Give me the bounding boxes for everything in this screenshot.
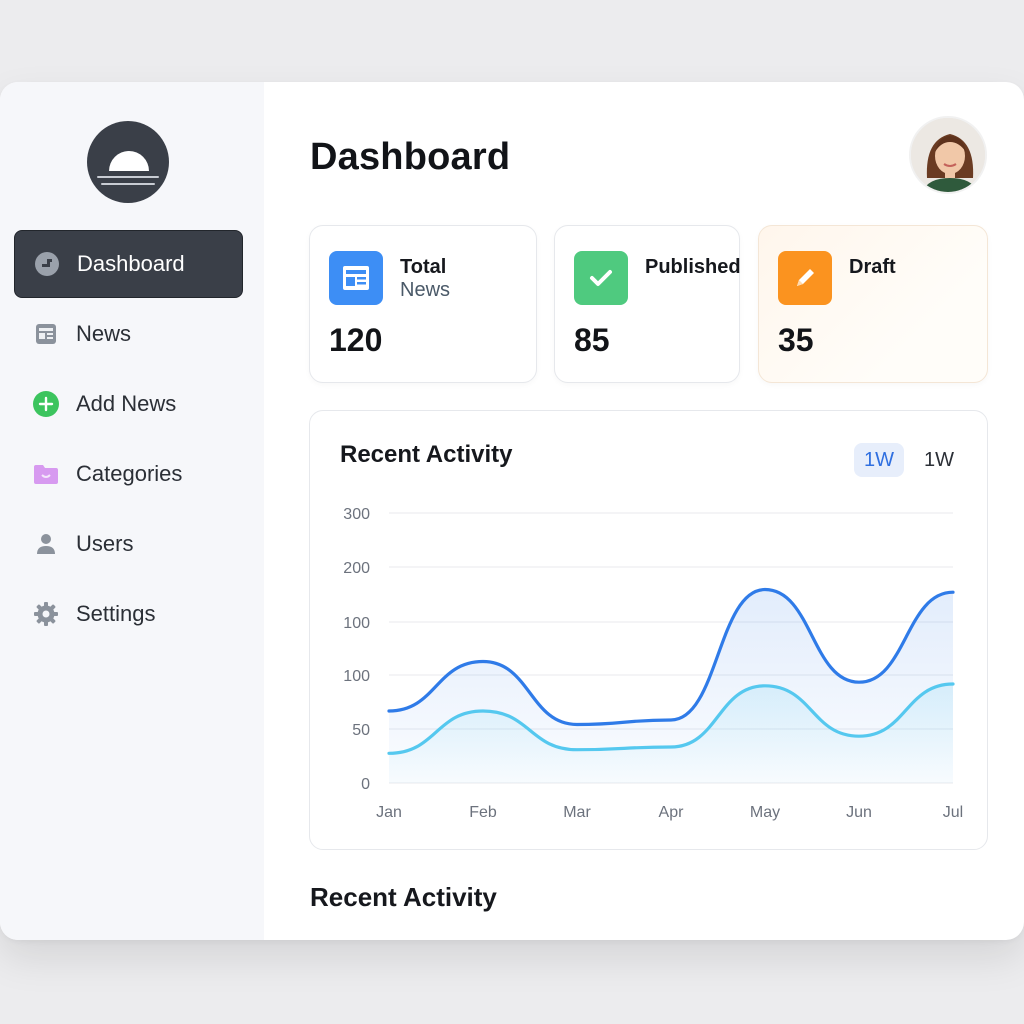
stat-subtitle: News: [400, 279, 451, 301]
sidebar-nav: Dashboard News Add News Categories Users…: [14, 230, 243, 650]
user-icon: [32, 530, 60, 558]
app-window: Dashboard News Add News Categories Users…: [0, 82, 1024, 940]
stat-title: Total: [400, 256, 447, 278]
app-logo[interactable]: [87, 121, 169, 203]
stat-title: Published: [645, 256, 741, 278]
sidebar: Dashboard News Add News Categories Users…: [0, 82, 264, 940]
dashboard-icon: [33, 250, 61, 278]
sidebar-item-add-news[interactable]: Add News: [14, 370, 243, 438]
sidebar-item-label: Categories: [76, 461, 183, 486]
x-tick-label: May: [750, 804, 780, 821]
x-tick-label: Apr: [659, 804, 685, 821]
sidebar-item-categories[interactable]: Categories: [14, 440, 243, 508]
y-tick-label: 100: [343, 615, 370, 632]
stat-value: 35: [778, 322, 814, 358]
stat-card-published[interactable]: Published 85: [554, 225, 741, 383]
sidebar-item-label: News: [76, 321, 132, 346]
sidebar-item-users[interactable]: Users: [14, 510, 243, 578]
y-tick-label: 200: [343, 560, 370, 577]
x-tick-label: Feb: [469, 804, 497, 821]
stat-card-total[interactable]: Total News 120: [309, 225, 537, 383]
stat-title: Draft: [849, 256, 896, 278]
check-icon: [574, 251, 628, 305]
sidebar-item-label: Settings: [76, 601, 156, 626]
y-tick-label: 300: [343, 506, 370, 523]
sidebar-item-news[interactable]: News: [14, 300, 243, 368]
pencil-icon: [778, 251, 832, 305]
y-tick-label: 100: [343, 668, 370, 685]
section-title: Recent Activity: [310, 882, 497, 912]
sidebar-item-settings[interactable]: Settings: [14, 580, 243, 648]
stat-value: 120: [329, 322, 383, 358]
sidebar-item-label: Users: [76, 531, 134, 556]
plus-circle-icon: [32, 390, 60, 418]
x-tick-label: Jan: [376, 804, 402, 821]
page-title: Dashboard: [310, 136, 511, 178]
activity-chart: 300 200 100 100 50 0 Jan Feb Mar Apr May Jun Jul: [343, 506, 963, 821]
gear-icon: [32, 600, 60, 628]
activity-chart-card: Recent Activity 1W 1W 300 200 100 100 50 0 Jan…: [309, 410, 988, 850]
x-tick-label: Jun: [846, 804, 872, 821]
sidebar-item-dashboard[interactable]: Dashboard: [14, 230, 243, 298]
x-tick-label: Mar: [563, 804, 591, 821]
sidebar-item-label: Add News: [76, 391, 177, 416]
stat-value: 85: [574, 322, 610, 358]
x-tick-label: Jul: [943, 804, 963, 821]
y-tick-label: 50: [352, 722, 370, 739]
newspaper-icon: [329, 251, 383, 305]
y-tick-label: 0: [361, 776, 370, 793]
main-content: Dashboard Total News 120 Published 85 Dr…: [264, 82, 1024, 940]
stat-card-draft[interactable]: Draft 35: [758, 225, 988, 383]
newspaper-icon: [32, 320, 60, 348]
sidebar-item-label: Dashboard: [77, 251, 185, 276]
avatar[interactable]: [909, 116, 987, 194]
folder-icon: [32, 460, 60, 488]
